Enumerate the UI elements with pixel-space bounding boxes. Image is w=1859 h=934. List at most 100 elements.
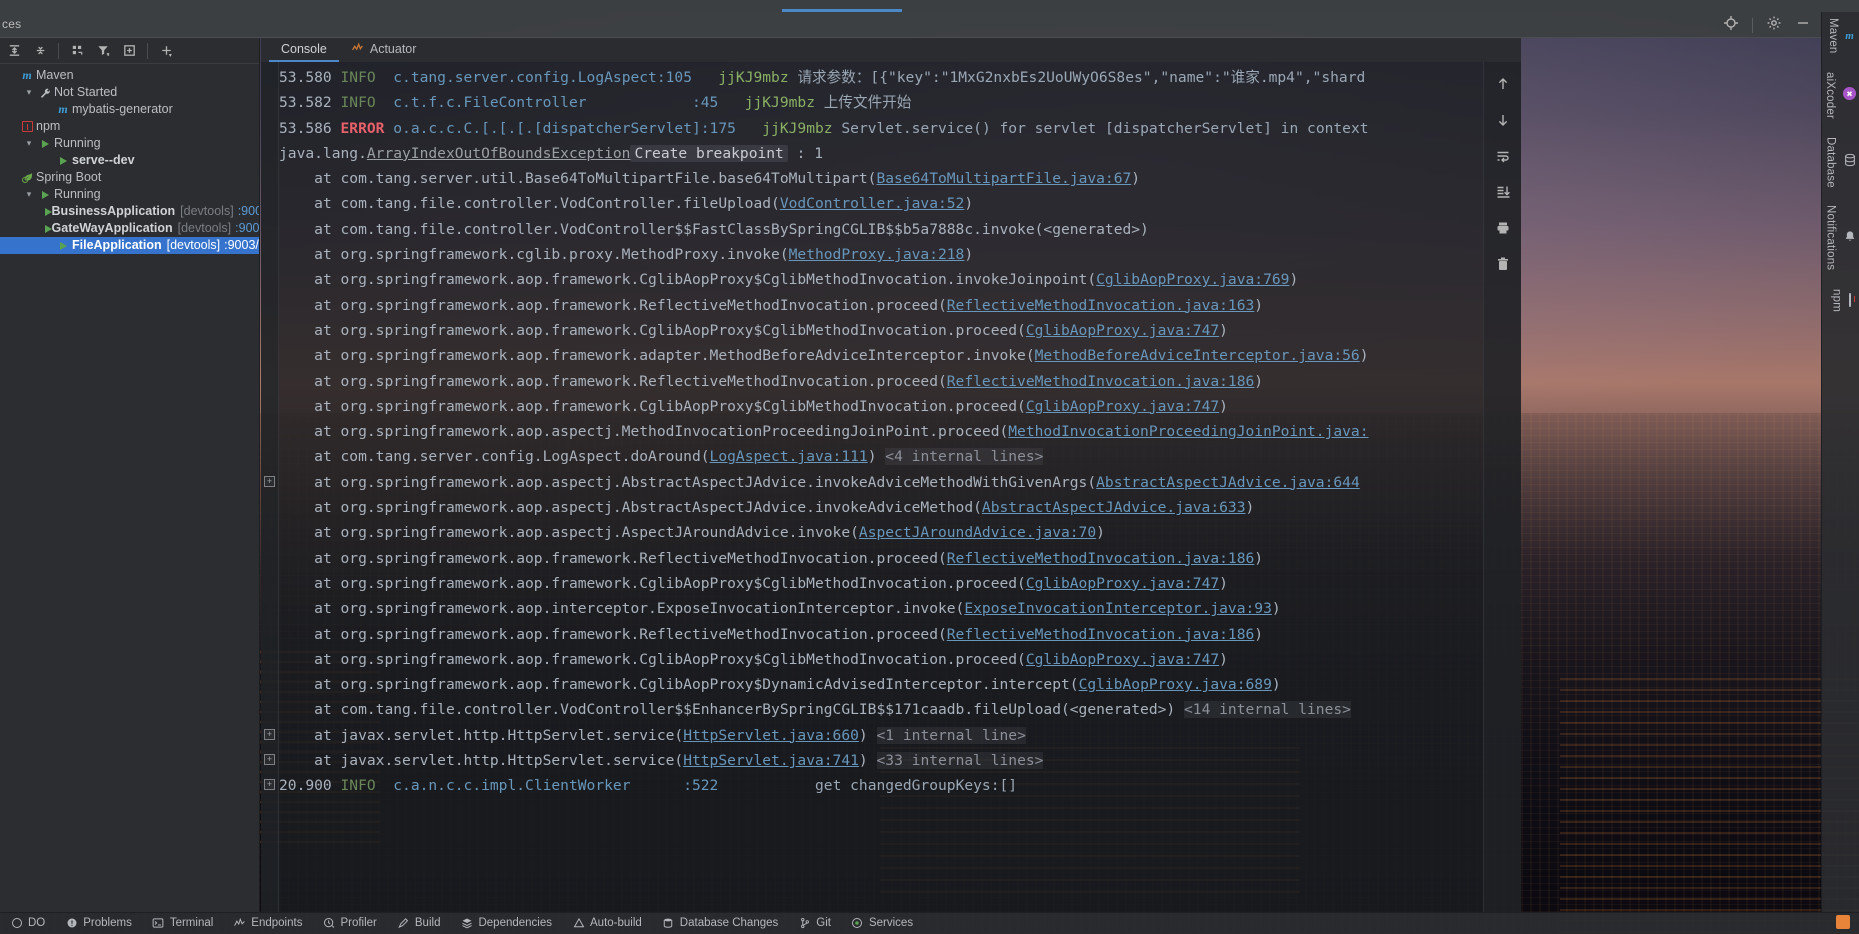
fold-expand-icon[interactable]: + (264, 729, 275, 740)
status-bar-item[interactable]: Build (387, 913, 451, 934)
stack-frame-link[interactable]: MethodBeforeAdviceInterceptor.java:56 (1035, 347, 1360, 364)
stack-frame-link[interactable]: AspectJAroundAdvice.java:70 (859, 524, 1096, 541)
services-tree-item-port[interactable]: :9003/ (224, 237, 259, 254)
stack-frame-link[interactable]: CglibAopProxy.java:689 (1079, 676, 1272, 693)
services-tree-item[interactable]: ▾mMaven (0, 67, 259, 84)
filter-icon[interactable] (91, 40, 115, 62)
stack-frame-link[interactable]: CglibAopProxy.java:747 (1026, 322, 1219, 339)
stack-frame-link[interactable]: MethodInvocationProceedingJoinPoint.java… (1008, 423, 1368, 440)
right-strip-item[interactable]: npm (1831, 289, 1851, 312)
services-tree-item[interactable]: ▾Running (0, 135, 259, 152)
stack-frame-text: at org.springframework.aop.aspectj.Abstr… (314, 499, 982, 516)
problems-icon (65, 917, 78, 930)
services-tree-item-label: BusinessApplication (52, 203, 176, 220)
create-breakpoint-chip[interactable]: Create breakpoint (630, 145, 787, 162)
status-bar-item[interactable]: Git (788, 913, 841, 934)
status-bar-item[interactable]: Profiler (312, 913, 386, 934)
settings-gear-icon[interactable] (1766, 15, 1782, 36)
scroll-up-icon[interactable] (1491, 74, 1515, 94)
console-tab[interactable]: Actuator (339, 38, 429, 62)
right-strip-item[interactable]: mMaven (1827, 18, 1854, 54)
stack-frame-link[interactable]: ReflectiveMethodInvocation.java:186 (947, 373, 1255, 390)
collapse-all-icon[interactable] (28, 40, 52, 62)
stack-frame-link[interactable]: ExposeInvocationInterceptor.java:93 (964, 600, 1272, 617)
stack-frame-link[interactable]: HttpServlet.java:741 (683, 752, 859, 769)
status-bar-item[interactable]: Problems (55, 913, 142, 934)
soft-wrap-icon[interactable] (1491, 146, 1515, 166)
right-strip-item[interactable]: ✖aiXcoder (1824, 72, 1857, 119)
services-tree-item[interactable]: ▾BusinessApplication[devtools]:9002/ (0, 203, 259, 220)
stack-frame-link[interactable]: CglibAopProxy.java:769 (1096, 271, 1289, 288)
stack-frame-link[interactable]: ReflectiveMethodInvocation.java:163 (947, 297, 1255, 314)
minimize-icon[interactable] (1795, 15, 1811, 36)
internal-lines-fold[interactable]: <33 internal lines> (877, 752, 1044, 769)
print-icon[interactable] (1491, 218, 1515, 238)
console-line: at org.springframework.aop.framework.Cgl… (279, 571, 1483, 596)
stack-frame-tail: ) (1246, 499, 1255, 516)
stack-frame-link[interactable]: AbstractAspectJAdvice.java:633 (982, 499, 1246, 516)
console-tab[interactable]: Console (269, 38, 339, 62)
chevron-down-icon[interactable]: ▾ (22, 186, 36, 203)
status-bar-item[interactable]: DO (0, 913, 55, 934)
internal-lines-fold[interactable]: <4 internal lines> (885, 448, 1043, 465)
stack-frame-link[interactable]: HttpServlet.java:660 (683, 727, 859, 744)
trash-icon[interactable] (1491, 254, 1515, 274)
services-tree-item-port[interactable]: :9000/ (235, 220, 260, 237)
services-tree-item[interactable]: ▾FileApplication[devtools]:9003/ (0, 237, 259, 254)
internal-lines-fold[interactable]: <1 internal line> (877, 727, 1026, 744)
svg-text:✖: ✖ (1846, 89, 1852, 98)
fold-expand-icon[interactable]: + (264, 754, 275, 765)
console-line: at com.tang.server.util.Base64ToMultipar… (279, 166, 1483, 191)
locate-icon[interactable] (1723, 15, 1739, 36)
stack-frame-link[interactable]: LogAspect.java:111 (710, 448, 868, 465)
services-tree-item[interactable]: ▾GateWayApplication[devtools]:9000/ (0, 220, 259, 237)
status-bar-item[interactable]: Services (841, 913, 923, 934)
services-tree-item[interactable]: ▾Spring Boot (0, 169, 259, 186)
group-by-icon[interactable] (65, 40, 89, 62)
right-strip-item[interactable]: Notifications (1825, 205, 1857, 270)
bell-icon (1843, 230, 1857, 247)
stack-frame-link[interactable]: CglibAopProxy.java:747 (1026, 575, 1219, 592)
fold-expand-icon[interactable]: + (264, 476, 275, 487)
status-bar-item[interactable]: Database Changes (652, 913, 788, 934)
services-tree-item[interactable]: ▾mmybatis-generator (0, 101, 259, 118)
internal-lines-fold[interactable]: <14 internal lines> (1184, 701, 1351, 718)
status-bar[interactable]: DOProblemsTerminalEndpointsProfilerBuild… (0, 912, 1859, 933)
stack-frame-link[interactable]: Base64ToMultipartFile.java:67 (876, 170, 1131, 187)
scroll-to-end-icon[interactable] (1491, 182, 1515, 202)
stack-frame-link[interactable]: MethodProxy.java:218 (789, 246, 965, 263)
status-bar-item[interactable]: Terminal (142, 913, 223, 934)
right-strip-item[interactable]: Database (1825, 137, 1857, 188)
services-tree-item-label: Spring Boot (36, 169, 101, 186)
status-bar-item[interactable]: Endpoints (223, 913, 312, 934)
chevron-down-icon[interactable]: ▾ (22, 135, 36, 152)
status-bar-item[interactable]: Auto-build (562, 913, 652, 934)
console-output[interactable]: 53.580 INFO c.tang.server.config.LogAspe… (279, 62, 1483, 912)
stack-frame-link[interactable]: CglibAopProxy.java:747 (1026, 398, 1219, 415)
console-line: at org.springframework.aop.framework.Cgl… (279, 647, 1483, 672)
add-frame-icon[interactable] (117, 40, 141, 62)
add-icon[interactable] (154, 40, 178, 62)
stack-frame-link[interactable]: VodController.java:52 (780, 195, 965, 212)
services-tree[interactable]: ▾mMaven▾Not Started▾mmybatis-generator▾n… (0, 64, 259, 254)
status-bar-item[interactable]: Dependencies (450, 913, 562, 934)
services-tree-item[interactable]: ▾npm (0, 118, 259, 135)
right-tool-strip[interactable]: mMaven ✖aiXcoder Database Notifications npm (1821, 12, 1859, 912)
services-tree-item-port[interactable]: :9002/ (238, 203, 260, 220)
stack-frame-tail: ) (1254, 626, 1263, 643)
exception-type-link[interactable]: ArrayIndexOutOfBoundsException (367, 145, 631, 162)
console-tab-bar[interactable]: ConsoleActuator (261, 38, 1521, 62)
services-tree-item-label: npm (36, 118, 60, 135)
chevron-down-icon[interactable]: ▾ (22, 84, 36, 101)
scroll-down-icon[interactable] (1491, 110, 1515, 130)
stack-frame-link[interactable]: CglibAopProxy.java:747 (1026, 651, 1219, 668)
stack-frame-link[interactable]: ReflectiveMethodInvocation.java:186 (947, 550, 1255, 567)
services-tree-item[interactable]: ▾Running (0, 186, 259, 203)
stack-frame-link[interactable]: ReflectiveMethodInvocation.java:186 (947, 626, 1255, 643)
fold-expand-icon[interactable]: + (264, 779, 275, 790)
services-tree-item[interactable]: ▾serve--dev (0, 152, 259, 169)
expand-all-icon[interactable] (2, 40, 26, 62)
todo-icon (10, 917, 23, 930)
services-tree-item[interactable]: ▾Not Started (0, 84, 259, 101)
stack-frame-link[interactable]: AbstractAspectJAdvice.java:644 (1096, 474, 1360, 491)
